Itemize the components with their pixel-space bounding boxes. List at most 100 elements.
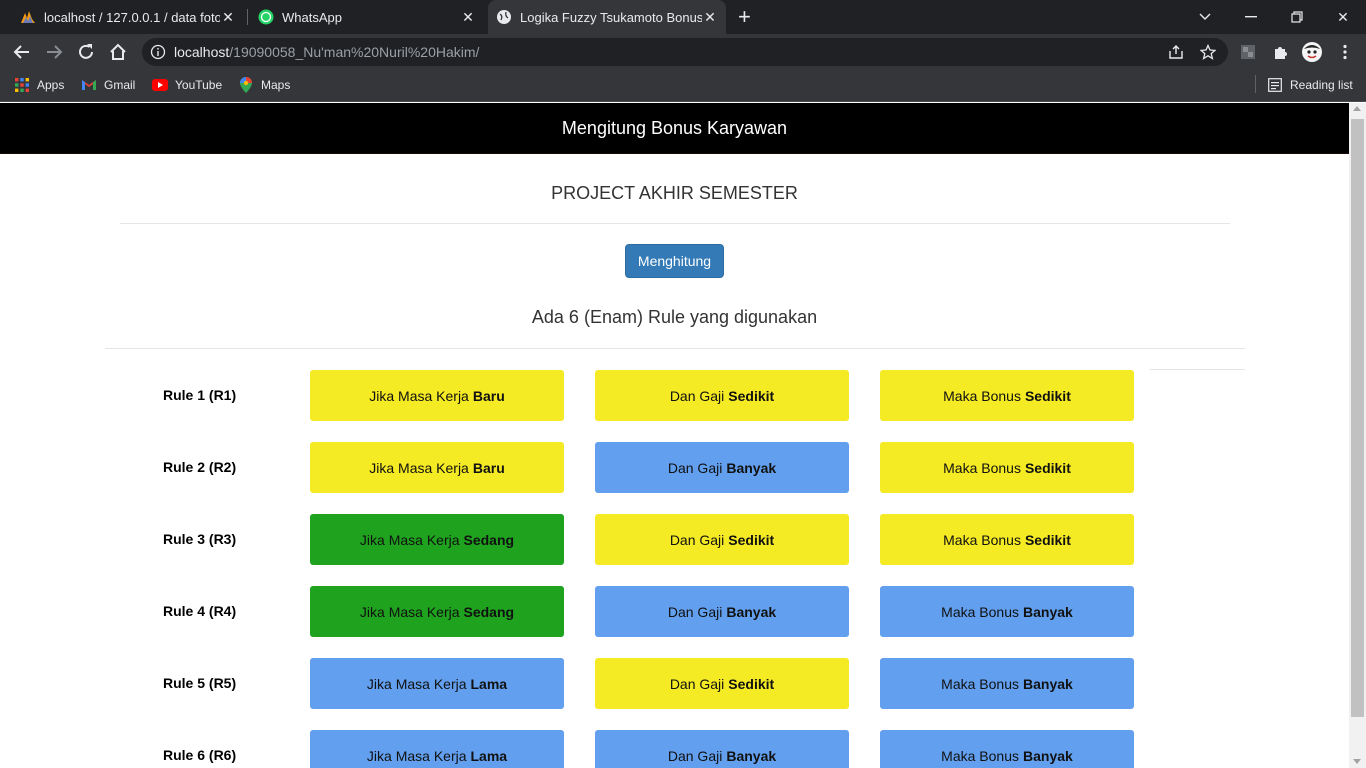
profile-avatar-icon[interactable] [1301, 41, 1323, 63]
cell-value: Banyak [726, 459, 777, 476]
cell-prefix: Jika Masa Kerja [366, 747, 467, 764]
whatsapp-icon [258, 9, 274, 25]
close-tab-icon[interactable]: ✕ [460, 9, 476, 26]
rule-label: Rule 5 (R5) [163, 675, 237, 691]
gaji-cell: Dan Gaji Banyak [595, 442, 849, 493]
gaji-cell: Dan Gaji Banyak [595, 730, 849, 768]
masa-kerja-cell: Jika Masa Kerja Lama [310, 730, 564, 768]
rule-label: Rule 3 (R3) [163, 531, 237, 547]
cell-value: Lama [470, 747, 508, 764]
divider [105, 348, 1245, 349]
cell-value: Banyak [1023, 675, 1073, 692]
cell-value: Sedikit [728, 531, 775, 548]
new-tab-icon[interactable]: + [738, 6, 751, 28]
close-tab-icon[interactable]: ✕ [702, 9, 718, 26]
scroll-down-arrow-icon[interactable] [1353, 759, 1361, 764]
globe-icon [497, 10, 511, 24]
cell-prefix: Jika Masa Kerja [366, 675, 467, 692]
reading-list-label: Reading list [1290, 78, 1353, 92]
gaji-cell: Dan Gaji Banyak [595, 586, 849, 637]
tab-search-chevron-icon[interactable] [1182, 0, 1228, 34]
rule-label: Rule 1 (R1) [163, 387, 237, 403]
youtube-icon [152, 77, 168, 93]
cell-value: Sedang [463, 603, 515, 620]
page-viewport: Mengitung Bonus Karyawan PROJECT AKHIR S… [0, 103, 1349, 768]
rule-label: Rule 2 (R2) [163, 459, 237, 475]
tab-divider [247, 9, 248, 25]
cell-prefix: Maka Bonus [941, 603, 1019, 620]
masa-kerja-cell: Jika Masa Kerja Baru [310, 442, 564, 493]
cell-prefix: Maka Bonus [943, 531, 1021, 548]
bonus-cell: Maka Bonus Sedikit [880, 442, 1134, 493]
bookmark-gmail[interactable]: Gmail [81, 76, 135, 94]
page-heading: PROJECT AKHIR SEMESTER [551, 183, 798, 203]
cell-value: Sedikit [1024, 387, 1071, 404]
menghitung-button[interactable]: Menghitung [625, 244, 724, 278]
tab-whatsapp[interactable]: WhatsApp ✕ [250, 0, 484, 34]
masa-kerja-cell: Jika Masa Kerja Sedang [310, 514, 564, 565]
cell-prefix: Dan Gaji [669, 531, 725, 548]
masa-kerja-cell: Jika Masa Kerja Sedang [310, 586, 564, 637]
reading-list-icon [1267, 77, 1283, 93]
bookmark-apps[interactable]: Apps [14, 76, 64, 94]
home-icon[interactable] [106, 40, 130, 64]
restore-icon[interactable] [1274, 0, 1320, 34]
cell-prefix: Jika Masa Kerja [369, 387, 469, 404]
back-arrow-icon[interactable] [10, 40, 34, 64]
bookmark-label: Maps [261, 78, 291, 92]
close-tab-icon[interactable]: ✕ [220, 9, 236, 26]
site-info-icon[interactable] [150, 44, 166, 65]
url-text[interactable]: localhost/19090058_Nu'man%20Nuril%20Haki… [174, 44, 479, 60]
gaji-cell: Dan Gaji Sedikit [595, 658, 849, 709]
tab-title: Logika Fuzzy Tsukamoto Bonus K [520, 9, 702, 25]
cell-value: Banyak [726, 603, 777, 620]
bookmark-star-icon[interactable] [1199, 43, 1217, 61]
reading-list-button[interactable]: Reading list [1267, 76, 1353, 94]
rules-subheading: Ada 6 (Enam) Rule yang digunakan [531, 307, 818, 327]
minimize-icon[interactable] [1228, 0, 1274, 34]
scrollbar-thumb[interactable] [1351, 119, 1364, 717]
bonus-cell: Maka Bonus Banyak [880, 586, 1134, 637]
tab-phpmyadmin[interactable]: localhost / 127.0.0.1 / data foto / ✕ [12, 0, 244, 34]
kebab-menu-icon[interactable] [1336, 43, 1354, 61]
cell-prefix: Dan Gaji [667, 603, 723, 620]
cell-prefix: Maka Bonus [941, 747, 1019, 764]
tab-active-logika-fuzzy[interactable]: Logika Fuzzy Tsukamoto Bonus K ✕ [488, 0, 726, 34]
cell-prefix: Maka Bonus [943, 387, 1021, 404]
bookmark-label: Apps [37, 78, 65, 92]
cell-prefix: Dan Gaji [669, 387, 725, 404]
phpmyadmin-icon [21, 11, 35, 23]
cell-prefix: Dan Gaji [669, 675, 725, 692]
bookmarks-divider [1255, 75, 1256, 93]
navbar-title: Mengitung Bonus Karyawan [561, 117, 788, 138]
share-icon[interactable] [1167, 43, 1185, 61]
apps-grid-icon [14, 77, 30, 93]
cell-value: Sedikit [728, 675, 775, 692]
page-navbar: Mengitung Bonus Karyawan [0, 103, 1349, 154]
close-window-icon[interactable]: ✕ [1320, 0, 1366, 34]
cell-value: Sedikit [1024, 531, 1071, 548]
scroll-up-arrow-icon[interactable] [1353, 106, 1361, 111]
bonus-cell: Maka Bonus Sedikit [880, 514, 1134, 565]
cell-value: Sedikit [1024, 459, 1071, 476]
cell-prefix: Dan Gaji [667, 459, 723, 476]
cell-value: Baru [472, 459, 505, 476]
cell-prefix: Jika Masa Kerja [359, 603, 460, 620]
extension-icon[interactable] [1239, 43, 1257, 61]
cell-value: Baru [472, 387, 505, 404]
tab-title: WhatsApp [282, 9, 342, 25]
bookmark-youtube[interactable]: YouTube [152, 76, 222, 94]
divider [120, 223, 1230, 224]
forward-arrow-icon[interactable] [42, 40, 66, 64]
divider [1150, 369, 1245, 370]
puzzle-icon[interactable] [1271, 43, 1289, 61]
tab-title: localhost / 127.0.0.1 / data foto / [44, 9, 220, 25]
reload-icon[interactable] [74, 40, 98, 64]
bookmark-label: YouTube [175, 78, 223, 92]
cell-value: Lama [470, 675, 508, 692]
bonus-cell: Maka Bonus Banyak [880, 658, 1134, 709]
gaji-cell: Dan Gaji Sedikit [595, 370, 849, 421]
gmail-icon [81, 77, 97, 93]
bonus-cell: Maka Bonus Sedikit [880, 370, 1134, 421]
bookmark-maps[interactable]: Maps [238, 76, 290, 94]
